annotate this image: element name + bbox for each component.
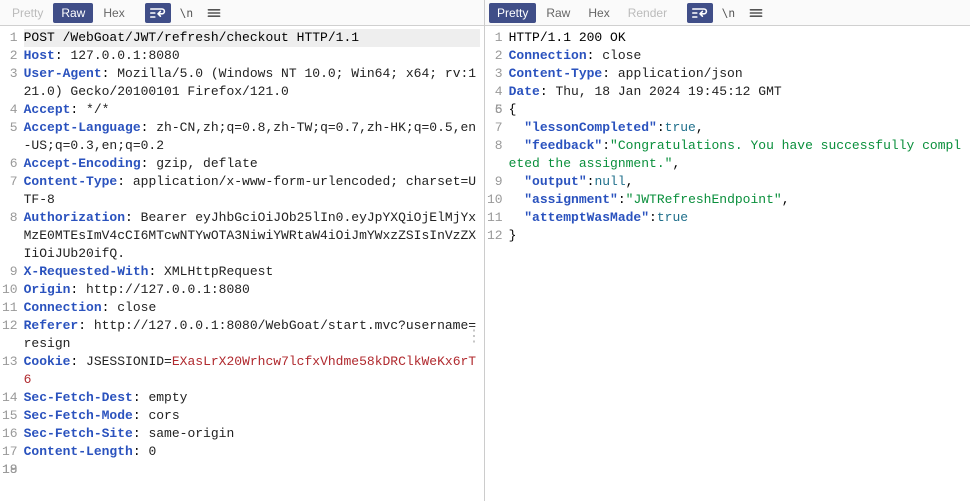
tab-hex[interactable]: Hex bbox=[95, 3, 132, 23]
code-line: } bbox=[509, 227, 966, 245]
code-line: Accept: */* bbox=[24, 101, 480, 119]
more-actions-icon[interactable]: ⋮ bbox=[466, 335, 482, 340]
wrap-lines-icon[interactable] bbox=[145, 3, 171, 23]
code-line: Host: 127.0.0.1:8080 bbox=[24, 47, 480, 65]
svg-text:\n: \n bbox=[722, 7, 735, 20]
response-toolbar: Pretty Raw Hex Render \n bbox=[485, 0, 970, 26]
tab-pretty[interactable]: Pretty bbox=[4, 3, 51, 23]
show-nonprinting-icon[interactable]: \n bbox=[173, 3, 199, 23]
code-line: Sec-Fetch-Site: same-origin bbox=[24, 425, 480, 443]
request-toolbar: Pretty Raw Hex \n bbox=[0, 0, 484, 26]
menu-icon[interactable] bbox=[201, 3, 227, 23]
code-line: Accept-Language: zh-CN,zh;q=0.8,zh-TW;q=… bbox=[24, 119, 480, 155]
code-line: "feedback":"Congratulations. You have su… bbox=[509, 137, 966, 173]
code-line: Sec-Fetch-Mode: cors bbox=[24, 407, 480, 425]
code-line: User-Agent: Mozilla/5.0 (Windows NT 10.0… bbox=[24, 65, 480, 101]
request-code[interactable]: 12345678910111213141516171819 POST /WebG… bbox=[0, 26, 484, 501]
code-line: "attemptWasMade":true bbox=[509, 209, 966, 227]
response-code[interactable]: 123456789101112 HTTP/1.1 200 OKConnectio… bbox=[485, 26, 970, 501]
code-line: Content-Type: application/json bbox=[509, 65, 966, 83]
code-line: X-Requested-With: XMLHttpRequest bbox=[24, 263, 480, 281]
code-line: Referer: http://127.0.0.1:8080/WebGoat/s… bbox=[24, 317, 480, 353]
show-nonprinting-icon[interactable]: \n bbox=[715, 3, 741, 23]
code-line: Origin: http://127.0.0.1:8080 bbox=[24, 281, 480, 299]
code-line: Authorization: Bearer eyJhbGciOiJOb25lIn… bbox=[24, 209, 480, 263]
tab-hex[interactable]: Hex bbox=[580, 3, 617, 23]
code-line: Cookie: JSESSIONID=EXasLrX20Wrhcw7lcfxVh… bbox=[24, 353, 480, 389]
menu-icon[interactable] bbox=[743, 3, 769, 23]
wrap-lines-icon[interactable] bbox=[687, 3, 713, 23]
code-line: Date: Thu, 18 Jan 2024 19:45:12 GMT bbox=[509, 83, 966, 101]
code-line: Content-Length: 0 bbox=[24, 443, 480, 461]
code-line: Connection: close bbox=[24, 299, 480, 317]
tab-pretty[interactable]: Pretty bbox=[489, 3, 536, 23]
code-line: Connection: close bbox=[509, 47, 966, 65]
code-line: "lessonCompleted":true, bbox=[509, 119, 966, 137]
tab-raw[interactable]: Raw bbox=[53, 3, 93, 23]
code-line: HTTP/1.1 200 OK bbox=[509, 29, 966, 47]
code-line: Sec-Fetch-Dest: empty bbox=[24, 389, 480, 407]
code-line: Accept-Encoding: gzip, deflate bbox=[24, 155, 480, 173]
tab-render[interactable]: Render bbox=[620, 3, 675, 23]
response-panel: Pretty Raw Hex Render \n 123456789101112… bbox=[485, 0, 970, 501]
code-line: POST /WebGoat/JWT/refresh/checkout HTTP/… bbox=[24, 29, 480, 47]
code-line: { bbox=[509, 101, 966, 119]
code-line: "assignment":"JWTRefreshEndpoint", bbox=[509, 191, 966, 209]
request-panel: Pretty Raw Hex \n 1234567891011121314151… bbox=[0, 0, 485, 501]
svg-text:\n: \n bbox=[179, 7, 192, 20]
code-line: Content-Type: application/x-www-form-url… bbox=[24, 173, 480, 209]
tab-raw[interactable]: Raw bbox=[538, 3, 578, 23]
code-line: "output":null, bbox=[509, 173, 966, 191]
